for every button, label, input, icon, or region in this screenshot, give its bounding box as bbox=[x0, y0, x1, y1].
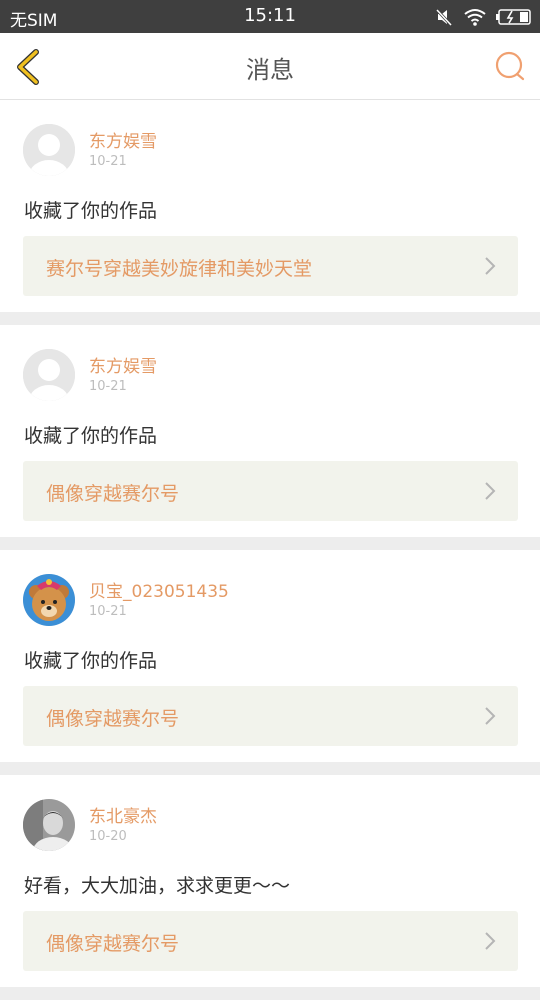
work-title: 偶像穿越赛尔号 bbox=[46, 708, 180, 730]
message-card: 东北豪杰 10-20 好看，大大加油，求求更更～～ 偶像穿越赛尔号 bbox=[0, 775, 540, 987]
work-title: 赛尔号穿越美妙旋律和美妙天堂 bbox=[46, 258, 313, 280]
status-bar: 无SIM 15:11 bbox=[0, 0, 540, 33]
message-list: 东方娱雪 10-21 收藏了你的作品 赛尔号穿越美妙旋律和美妙天堂 东方娱雪 1… bbox=[0, 100, 540, 1000]
page-title: 消息 bbox=[246, 56, 294, 84]
app-header: 消息 bbox=[0, 33, 540, 100]
message-date: 10-21 bbox=[89, 154, 127, 169]
chevron-right-icon bbox=[485, 932, 496, 950]
message-date: 10-21 bbox=[89, 379, 127, 394]
chevron-right-icon bbox=[485, 707, 496, 725]
message-text: 收藏了你的作品 bbox=[24, 200, 158, 222]
status-icons bbox=[434, 6, 532, 28]
chevron-right-icon bbox=[485, 257, 496, 275]
search-button[interactable] bbox=[494, 50, 526, 82]
work-link[interactable]: 赛尔号穿越美妙旋律和美妙天堂 bbox=[23, 236, 518, 296]
search-icon bbox=[495, 51, 525, 81]
avatar[interactable] bbox=[23, 349, 75, 401]
username[interactable]: 贝宝_023051435 bbox=[89, 577, 229, 602]
message-text: 收藏了你的作品 bbox=[24, 425, 158, 447]
message-card: 东方娱雪 10-21 收藏了你的作品 偶像穿越赛尔号 bbox=[0, 325, 540, 537]
work-link[interactable]: 偶像穿越赛尔号 bbox=[23, 686, 518, 746]
message-date: 10-21 bbox=[89, 604, 127, 619]
mute-icon bbox=[435, 8, 453, 26]
message-card: 东方娱雪 10-21 收藏了你的作品 赛尔号穿越美妙旋律和美妙天堂 bbox=[0, 100, 540, 312]
message-text: 收藏了你的作品 bbox=[24, 650, 158, 672]
default-avatar-icon bbox=[23, 349, 75, 401]
default-avatar-icon bbox=[23, 124, 75, 176]
avatar[interactable] bbox=[23, 124, 75, 176]
message-text: 好看，大大加油，求求更更～～ bbox=[24, 875, 291, 897]
username[interactable]: 东方娱雪 bbox=[89, 127, 157, 152]
username[interactable]: 东方娱雪 bbox=[89, 352, 157, 377]
wifi-icon bbox=[464, 9, 486, 26]
work-title: 偶像穿越赛尔号 bbox=[46, 933, 180, 955]
battery-icon bbox=[496, 9, 531, 25]
message-date: 10-20 bbox=[89, 829, 127, 844]
bear-avatar-icon bbox=[23, 574, 75, 626]
photo-avatar-icon bbox=[23, 799, 75, 851]
message-card: 贝宝_023051435 10-21 收藏了你的作品 偶像穿越赛尔号 bbox=[0, 550, 540, 762]
work-link[interactable]: 偶像穿越赛尔号 bbox=[23, 461, 518, 521]
username[interactable]: 东北豪杰 bbox=[89, 802, 157, 827]
avatar[interactable] bbox=[23, 574, 75, 626]
avatar[interactable] bbox=[23, 799, 75, 851]
work-title: 偶像穿越赛尔号 bbox=[46, 483, 180, 505]
chevron-right-icon bbox=[485, 482, 496, 500]
work-link[interactable]: 偶像穿越赛尔号 bbox=[23, 911, 518, 971]
